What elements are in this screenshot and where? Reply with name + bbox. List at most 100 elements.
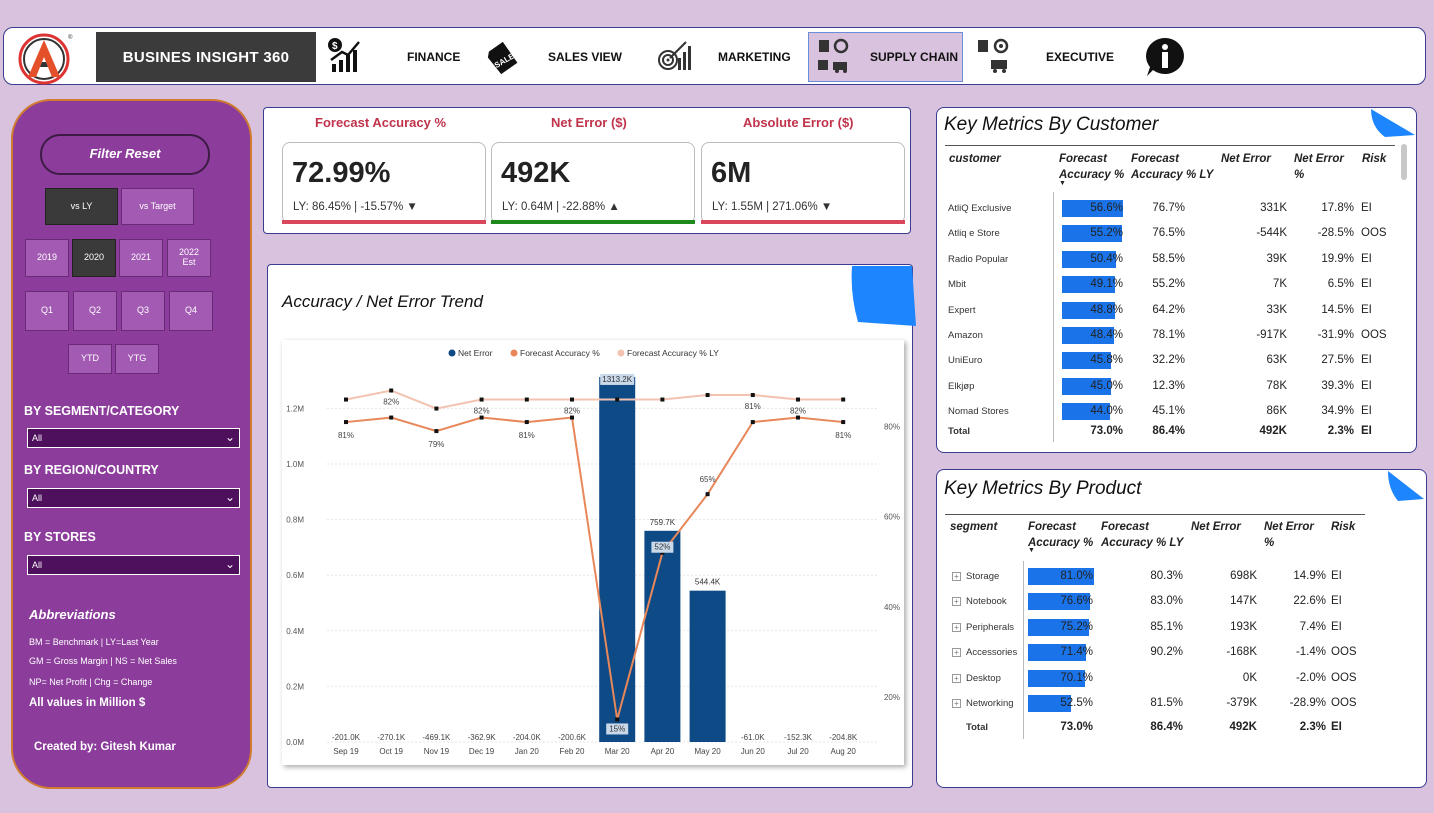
- x-tick-label: Jan 20: [515, 747, 540, 756]
- row-name: Expert: [948, 304, 976, 316]
- expand-plus-icon[interactable]: +: [952, 648, 961, 658]
- risk-value: EI: [1361, 354, 1372, 367]
- row-name: Mbit: [948, 279, 966, 291]
- ytg-button[interactable]: YTG: [115, 344, 159, 374]
- col-header-accuracy[interactable]: Forecast Accuracy %: [1059, 151, 1129, 183]
- chevron-down-icon: ⌄: [224, 557, 235, 571]
- col-header-segment[interactable]: segment: [950, 519, 997, 535]
- quarter-q3-button[interactable]: Q3: [121, 291, 165, 331]
- info-icon[interactable]: [1143, 36, 1187, 78]
- row-name: Accessories: [966, 647, 1018, 659]
- product-table-title: Key Metrics By Product: [944, 478, 1142, 499]
- net-error-bar: [599, 376, 636, 742]
- kpi-subtext: LY: 1.55M | 271.06% ▼: [712, 201, 832, 213]
- line-point: [615, 397, 620, 402]
- col-header-accuracy-ly[interactable]: Forecast Accuracy % LY: [1131, 151, 1217, 183]
- line-point: [389, 415, 394, 420]
- row-name: Notebook: [966, 596, 1007, 608]
- net-error-pct-value: -31.9%: [1317, 329, 1354, 341]
- marketing-target-icon[interactable]: [656, 36, 692, 74]
- executive-gear-truck-icon[interactable]: [975, 36, 1011, 74]
- vs-ly-button[interactable]: vs LY: [45, 188, 118, 225]
- col-header-risk[interactable]: Risk: [1331, 519, 1355, 535]
- total-net-error-pct: 2.3%: [1327, 425, 1354, 437]
- col-header-net-error-pct[interactable]: Net Error %: [1264, 519, 1324, 551]
- ytd-button[interactable]: YTD: [68, 344, 112, 374]
- col-header-customer[interactable]: customer: [949, 151, 1001, 167]
- line-point: [434, 429, 439, 434]
- risk-value: EI: [1361, 379, 1372, 392]
- segment-dropdown[interactable]: All ⌄: [27, 428, 240, 448]
- total-accuracy-ly: 86.4%: [1150, 721, 1183, 733]
- accuracy-label: 81%: [338, 431, 354, 440]
- chevron-down-icon: ⌄: [224, 490, 235, 504]
- kpi-sub-text: LY: 86.45% | -15.57%: [293, 201, 404, 213]
- vs-target-button[interactable]: vs Target: [121, 188, 194, 225]
- net-error-label: 1313.2K: [602, 375, 632, 384]
- x-tick-label: Nov 19: [424, 747, 450, 756]
- accuracy-ly-value: 45.1%: [1152, 405, 1185, 418]
- expand-plus-icon[interactable]: +: [952, 597, 961, 607]
- expand-plus-icon[interactable]: +: [952, 673, 961, 683]
- abbr-line: GM = Gross Margin | NS = Net Sales: [29, 656, 177, 666]
- year-2020-button[interactable]: 2020: [72, 239, 116, 277]
- nav-executive[interactable]: EXECUTIVE: [1046, 50, 1114, 64]
- supply-chain-icon[interactable]: [815, 36, 851, 74]
- risk-value: OOS: [1361, 329, 1387, 341]
- stores-filter-label: BY STORES: [24, 530, 96, 544]
- total-accuracy-ly: 86.4%: [1152, 425, 1185, 437]
- col-header-accuracy[interactable]: Forecast Accuracy %: [1028, 519, 1098, 551]
- accuracy-ly-value: 80.3%: [1150, 570, 1183, 582]
- col-header-net-error[interactable]: Net Error: [1221, 151, 1271, 167]
- row-name: Storage: [966, 571, 1000, 582]
- accuracy-ly-label: 82%: [474, 407, 490, 416]
- accuracy-ly-value: 32.2%: [1152, 354, 1185, 367]
- col-header-net-error[interactable]: Net Error: [1191, 519, 1241, 535]
- finance-growth-icon[interactable]: $: [326, 36, 362, 74]
- kpi-subtext: LY: 0.64M | -22.88% ▲: [502, 201, 620, 213]
- table-scrollbar[interactable]: [1401, 144, 1407, 180]
- nav-supply-chain[interactable]: SUPPLY CHAIN: [870, 50, 958, 64]
- region-dropdown[interactable]: All ⌄: [27, 488, 240, 508]
- year-2022-est-button[interactable]: 2022 Est: [167, 239, 211, 277]
- sale-tag-icon[interactable]: SALE: [484, 40, 520, 78]
- expand-plus-icon[interactable]: +: [952, 572, 961, 581]
- risk-value: EI: [1361, 405, 1372, 418]
- header-rule: [945, 514, 1365, 515]
- risk-value: OOS: [1331, 671, 1357, 684]
- expand-plus-icon[interactable]: +: [952, 622, 961, 632]
- line-point: [750, 393, 755, 398]
- col-header-risk[interactable]: Risk: [1362, 151, 1386, 167]
- quarter-q1-button[interactable]: Q1: [25, 291, 69, 331]
- year-2021-button[interactable]: 2021: [119, 239, 163, 277]
- accuracy-value: 75.2%: [1060, 620, 1093, 633]
- line-point: [705, 393, 710, 398]
- accuracy-ly-label: 82%: [383, 398, 399, 407]
- accuracy-ly-value: 55.2%: [1152, 278, 1185, 291]
- region-filter-label: BY REGION/COUNTRY: [24, 463, 159, 477]
- quarter-q2-button[interactable]: Q2: [73, 291, 117, 331]
- quarter-q4-button[interactable]: Q4: [169, 291, 213, 331]
- col-header-accuracy-ly[interactable]: Forecast Accuracy % LY: [1101, 519, 1187, 551]
- nav-sales-view[interactable]: SALES VIEW: [548, 50, 622, 64]
- nav-finance[interactable]: FINANCE: [407, 50, 460, 64]
- up-arrow-icon: ▲: [608, 201, 620, 213]
- expand-plus-icon[interactable]: +: [952, 699, 961, 708]
- kpi-status-bar: [491, 220, 695, 224]
- stores-dropdown[interactable]: All ⌄: [27, 555, 240, 575]
- accuracy-ly-label: 82%: [790, 407, 806, 416]
- line-point: [841, 420, 846, 425]
- year-2019-button[interactable]: 2019: [25, 239, 69, 277]
- x-tick-label: Sep 19: [333, 747, 359, 756]
- total-risk: EI: [1331, 721, 1342, 733]
- nav-marketing[interactable]: MARKETING: [718, 50, 791, 64]
- col-header-net-error-pct[interactable]: Net Error %: [1294, 151, 1354, 183]
- risk-value: OOS: [1331, 697, 1357, 709]
- y-left-tick: 0.4M: [286, 627, 304, 636]
- down-arrow-icon: ▼: [820, 201, 833, 213]
- filter-reset-button[interactable]: Filter Reset: [40, 134, 210, 175]
- accuracy-value: 71.4%: [1060, 646, 1093, 659]
- trend-chart-title: Accuracy / Net Error Trend: [282, 292, 483, 311]
- segment-filter-label: BY SEGMENT/CATEGORY: [24, 404, 180, 418]
- accuracy-value: 81.0%: [1060, 570, 1093, 582]
